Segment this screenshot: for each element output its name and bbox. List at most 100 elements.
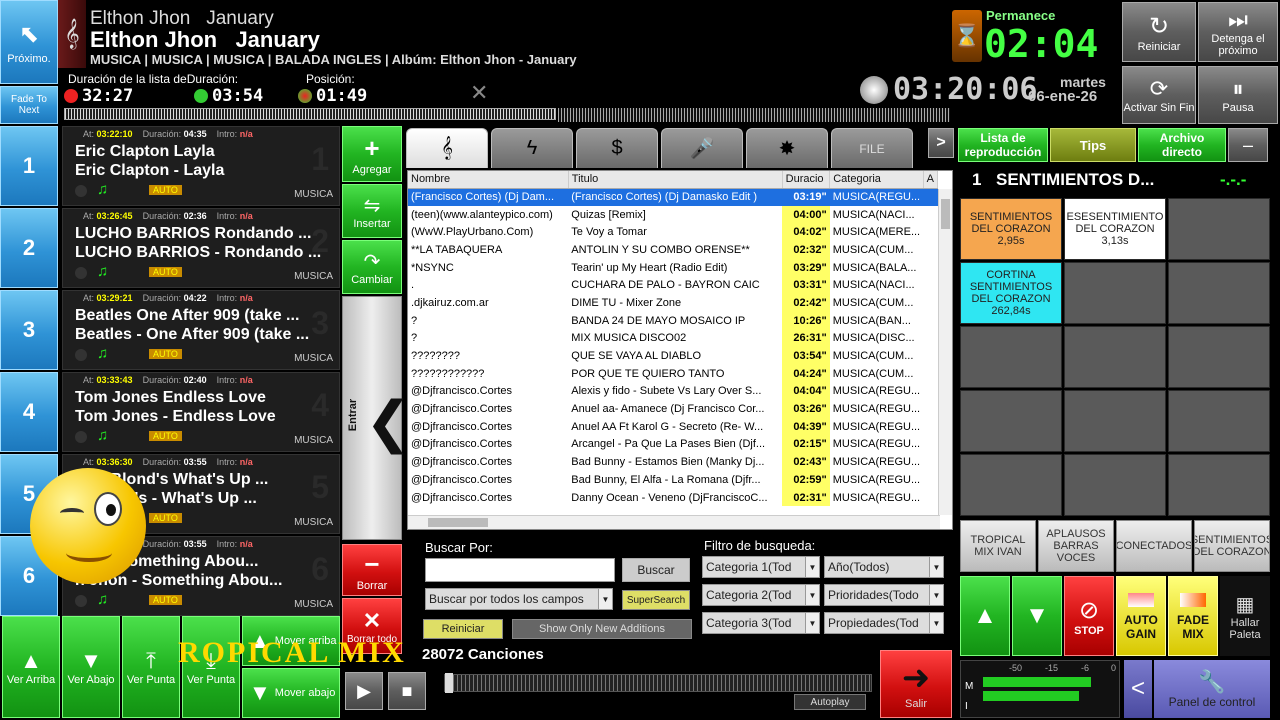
change-button[interactable]: ↷ Cambiar <box>342 240 402 294</box>
table-row[interactable]: . CUCHARA DE PALO - BAYRON CAIC 03:31" M… <box>408 276 938 295</box>
cart-tab[interactable]: SENTIMIENTOS DEL CORAZON <box>1194 520 1270 572</box>
insert-button[interactable]: ⇋ Insertar <box>342 184 402 238</box>
table-row[interactable]: ? MIX MUSICA DISCO02 26:31" MUSICA(DISC.… <box>408 329 938 348</box>
col-extra[interactable]: A <box>923 171 939 189</box>
priority-select[interactable]: Prioridades(Todo ▼ <box>824 584 944 606</box>
playlist-button[interactable]: Lista de reproducción <box>958 128 1048 162</box>
tab-commercials[interactable]: $ <box>576 128 658 168</box>
mute-icon[interactable]: ✕ <box>470 80 488 106</box>
year-select[interactable]: Año(Todos) ▼ <box>824 556 944 578</box>
cart-slot[interactable] <box>960 390 1062 452</box>
cart-tab[interactable]: CONECTADOS <box>1116 520 1192 572</box>
search-scope-select[interactable]: Buscar por todos los campos ▼ <box>425 588 613 610</box>
tab-voice[interactable]: 🎤 <box>661 128 743 168</box>
cart-tab[interactable]: APLAUSOS BARRAS VOCES <box>1038 520 1114 572</box>
table-row[interactable]: (teen)(www.alanteypico.com) Quizas [Remi… <box>408 205 938 224</box>
show-new-button[interactable]: Show Only New Additions <box>512 619 692 639</box>
table-row[interactable]: @Djfrancisco.Cortes Anuel aa- Amanece (D… <box>408 400 938 418</box>
view-top-button[interactable]: ⤒ Ver Punta <box>122 616 180 718</box>
category2-select[interactable]: Categoria 2(Tod ▼ <box>702 584 820 606</box>
tab-music[interactable]: 𝄞 <box>406 128 488 168</box>
col-titulo[interactable]: Titulo <box>568 171 783 189</box>
cart-slot[interactable]: CORTINA SENTIMIENTOS DEL CORAZON 262,84s <box>960 262 1062 324</box>
col-categoria[interactable]: Categoria <box>829 171 924 189</box>
preview-slider[interactable] <box>444 673 872 693</box>
auto-gain-button[interactable]: AUTO GAIN <box>1116 576 1166 656</box>
table-vscrollbar[interactable] <box>938 189 952 515</box>
move-down-button[interactable]: ▼ Mover abajo <box>242 668 340 718</box>
view-up-button[interactable]: ▲ Ver Arriba <box>2 616 60 718</box>
enter-button[interactable]: Entrar ❮ <box>342 296 412 540</box>
stop-all-button[interactable]: ⊘ STOP <box>1064 576 1114 656</box>
fade-mix-button[interactable]: FADE MIX <box>1168 576 1218 656</box>
col-duracion[interactable]: Duracio <box>782 171 831 189</box>
cart-tab[interactable]: TROPICAL MIX IVAN <box>960 520 1036 572</box>
table-row[interactable]: (WwW.PlayUrbano.Com) Te Voy a Tomar 04:0… <box>408 223 938 242</box>
stop-next-button[interactable]: ⏭ Detenga el próximo <box>1198 2 1278 62</box>
category1-select[interactable]: Categoria 1(Tod ▼ <box>702 556 820 578</box>
table-row[interactable]: @Djfrancisco.Cortes Bad Bunny - Estamos … <box>408 453 938 471</box>
search-input[interactable] <box>425 558 615 582</box>
cart-slot[interactable] <box>1168 454 1270 516</box>
panel-back-button[interactable]: < <box>1124 660 1152 718</box>
view-down-button[interactable]: ▼ Ver Abajo <box>62 616 120 718</box>
tab-file[interactable]: FILE <box>831 128 913 168</box>
control-panel-button[interactable]: 🔧 Panel de control <box>1154 660 1270 718</box>
table-row[interactable]: @Djfrancisco.Cortes Alexis y fido - Sube… <box>408 382 938 401</box>
table-row[interactable]: @Djfrancisco.Cortes Bad Bunny, El Alfa -… <box>408 471 938 489</box>
queue-number-3[interactable]: 3 <box>0 290 58 370</box>
search-button[interactable]: Buscar <box>622 558 690 582</box>
queue-item[interactable]: At: 03:29:21 Duración: 04:22 Intro: n/a … <box>62 290 340 370</box>
autoplay-button[interactable]: Autoplay <box>794 694 866 710</box>
queue-number-4[interactable]: 4 <box>0 372 58 452</box>
slider-handle[interactable] <box>445 673 453 693</box>
cart-slot[interactable] <box>1168 262 1270 324</box>
reset-search-button[interactable]: Reiniciar <box>423 619 503 639</box>
table-row[interactable]: @Djfrancisco.Cortes Danny Ocean - Veneno… <box>408 488 938 507</box>
table-row[interactable]: ???????????? POR QUE TE QUIERO TANTO 04:… <box>408 364 938 383</box>
library-table[interactable]: Nombre Titulo Duracio Categoria A (Franc… <box>407 170 953 530</box>
pause-button[interactable]: ⏸ Pausa <box>1198 66 1278 124</box>
cart-slot[interactable] <box>1064 326 1166 388</box>
cart-up-button[interactable]: ▲ <box>960 576 1010 656</box>
archive-button[interactable]: Archivo directo <box>1138 128 1226 162</box>
add-button[interactable]: + Agregar <box>342 126 402 182</box>
table-row[interactable]: ? BANDA 24 DE MAYO MOSAICO IP 10:26" MUS… <box>408 311 938 330</box>
cart-slot[interactable] <box>960 326 1062 388</box>
cart-slot[interactable] <box>1168 390 1270 452</box>
table-row[interactable]: ???????? QUE SE VAYA AL DIABLO 03:54" MU… <box>408 347 938 365</box>
restart-button[interactable]: ↻ Reiniciar <box>1122 2 1196 62</box>
col-nombre[interactable]: Nombre <box>408 171 569 189</box>
table-row[interactable]: @Djfrancisco.Cortes Anuel AA Ft Karol G … <box>408 417 938 436</box>
delete-button[interactable]: − Borrar <box>342 544 402 596</box>
supersearch-button[interactable]: SuperSearch <box>622 590 690 610</box>
tips-button[interactable]: Tips <box>1050 128 1136 162</box>
properties-select[interactable]: Propiedades(Tod ▼ <box>824 612 944 634</box>
cart-slot[interactable] <box>1168 326 1270 388</box>
cart-slot[interactable] <box>1168 198 1270 260</box>
tab-effects[interactable]: ✸ <box>746 128 828 168</box>
category3-select[interactable]: Categoria 3(Tod ▼ <box>702 612 820 634</box>
find-palette-button[interactable]: ▦ Hallar Paleta <box>1220 576 1270 656</box>
cart-slot[interactable] <box>1064 390 1166 452</box>
stop-button[interactable]: ■ <box>388 672 426 710</box>
cart-slot[interactable] <box>1064 262 1166 324</box>
cart-slot[interactable]: ESESENTIMIENTO DEL CORAZON 3,13s <box>1064 198 1166 260</box>
table-row[interactable]: @Djfrancisco.Cortes Arcangel - Pa Que La… <box>408 435 938 454</box>
fade-to-next-button[interactable]: Fade To Next <box>0 86 58 124</box>
table-row[interactable]: .djkairuz.com.ar DIME TU - Mixer Zone 02… <box>408 294 938 312</box>
queue-number-2[interactable]: 2 <box>0 208 58 288</box>
endless-button[interactable]: ⟳ Activar Sin Fin <box>1122 66 1196 124</box>
queue-item[interactable]: At: 03:26:45 Duración: 02:36 Intro: n/a … <box>62 208 340 288</box>
table-row[interactable]: *NSYNC Tearin' up My Heart (Radio Edit) … <box>408 258 938 277</box>
minimize-button[interactable]: – <box>1228 128 1268 162</box>
queue-item[interactable]: At: 03:22:10 Duración: 04:35 Intro: n/a … <box>62 126 340 206</box>
cart-down-button[interactable]: ▼ <box>1012 576 1062 656</box>
tabs-next-button[interactable]: > <box>928 128 954 158</box>
table-hscrollbar[interactable] <box>408 515 940 529</box>
cart-slot[interactable]: SENTIMIENTOS DEL CORAZON 2,95s <box>960 198 1062 260</box>
tab-lightning[interactable]: ϟ <box>491 128 573 168</box>
next-button[interactable]: ⬉ Próximo. <box>0 0 58 84</box>
cart-slot[interactable] <box>1064 454 1166 516</box>
queue-number-1[interactable]: 1 <box>0 126 58 206</box>
